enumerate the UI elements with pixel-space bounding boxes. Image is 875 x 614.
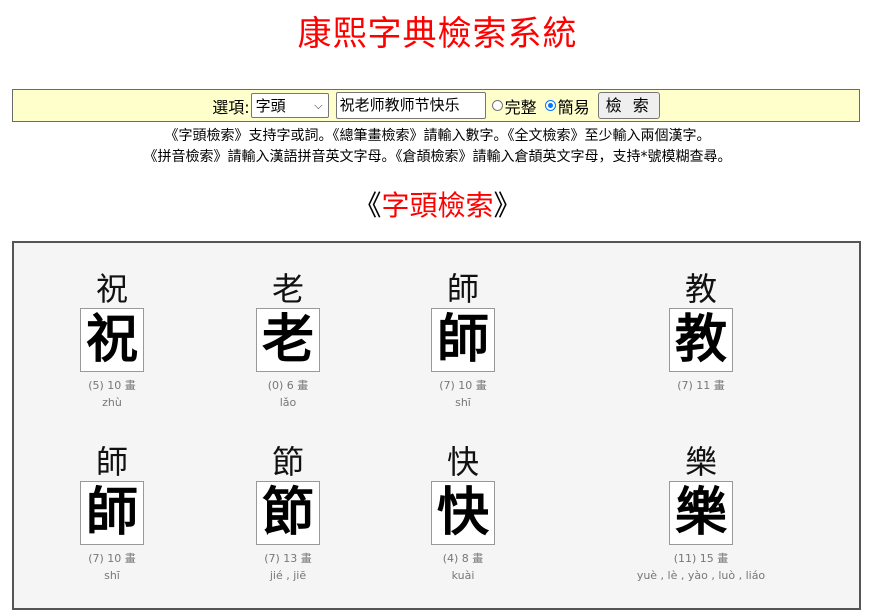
result-strokes: (7) 10 畫 xyxy=(439,379,487,392)
section-open-bracket: 《 xyxy=(353,189,382,222)
site-title: 康熙字典檢索系統 xyxy=(297,14,578,54)
result-strokes: (0) 6 畫 xyxy=(267,379,309,392)
section-title: 《字頭檢索》 xyxy=(0,186,875,226)
search-bar: 選項: 字頭 ⌵ 祝老师教师节快乐 完整 簡易 檢 索 xyxy=(12,89,860,122)
result-glyph-image[interactable]: 節 xyxy=(256,481,320,545)
result-item[interactable]: 師 師 (7) 10 畫 shī xyxy=(37,443,187,583)
result-glyph-image[interactable]: 樂 xyxy=(669,481,733,545)
result-strokes: (11) 15 畫 xyxy=(673,552,729,565)
result-strokes: (7) 10 畫 xyxy=(88,552,136,565)
result-char-label[interactable]: 教 xyxy=(626,270,776,308)
search-button[interactable]: 檢 索 xyxy=(597,92,660,119)
result-strokes: (7) 13 畫 xyxy=(264,552,312,565)
result-char-label[interactable]: 老 xyxy=(213,270,363,308)
section-close-bracket: 》 xyxy=(493,189,522,222)
result-char-label[interactable]: 快 xyxy=(388,443,538,481)
search-mode-select[interactable]: 字頭 ⌵ xyxy=(250,93,329,118)
result-char-label[interactable]: 節 xyxy=(213,443,363,481)
result-item[interactable]: 節 節 (7) 13 畫 jié , jiē xyxy=(213,443,363,583)
result-glyph-image[interactable]: 師 xyxy=(80,481,144,545)
result-item[interactable]: 師 師 (7) 10 畫 shī xyxy=(388,270,538,410)
result-item[interactable]: 快 快 (4) 8 畫 kuài xyxy=(388,443,538,583)
results-panel: 祝 祝 (5) 10 畫 zhù 老 老 (0) 6 畫 lǎo 師 師 (7)… xyxy=(12,241,861,610)
result-item[interactable]: 老 老 (0) 6 畫 lǎo xyxy=(213,270,363,410)
chevron-down-icon: ⌵ xyxy=(314,98,323,112)
result-glyph-image[interactable]: 快 xyxy=(431,481,495,545)
result-strokes: (5) 10 畫 xyxy=(88,379,136,392)
result-char-label[interactable]: 樂 xyxy=(626,443,776,481)
result-pinyin: zhù xyxy=(102,396,122,409)
result-item[interactable]: 樂 樂 (11) 15 畫 yuè , lè , yào , luò , liá… xyxy=(626,443,776,583)
page: 康熙字典檢索系統 選項: 字頭 ⌵ 祝老师教师节快乐 完整 簡易 檢 索 《字頭… xyxy=(0,0,875,614)
search-mode-value: 字頭 xyxy=(255,97,286,115)
result-pinyin: kuài xyxy=(451,569,475,582)
section-title-text: 字頭檢索 xyxy=(381,189,494,222)
result-char-label[interactable]: 師 xyxy=(388,270,538,308)
result-char-label[interactable]: 師 xyxy=(37,443,187,481)
help-line-1: 《字頭檢索》支持字或詞。《總筆畫檢索》請輸入數字。《全文檢索》至少輸入兩個漢字。 xyxy=(164,128,711,144)
radio-full-button[interactable] xyxy=(491,100,503,111)
result-glyph-image[interactable]: 老 xyxy=(256,308,320,372)
search-input[interactable]: 祝老师教师节快乐 xyxy=(335,92,486,119)
result-strokes: (7) 11 畫 xyxy=(677,379,725,392)
radio-simple-label: 簡易 xyxy=(557,97,590,117)
result-char-label[interactable]: 祝 xyxy=(37,270,187,308)
result-glyph-image[interactable]: 祝 xyxy=(80,308,144,372)
result-glyph-image[interactable]: 教 xyxy=(669,308,733,372)
result-glyph-image[interactable]: 師 xyxy=(431,308,495,372)
result-item[interactable]: 祝 祝 (5) 10 畫 zhù xyxy=(37,270,187,410)
result-pinyin: yuè , lè , yào , luò , liáo xyxy=(636,569,766,582)
result-strokes: (4) 8 畫 xyxy=(442,552,484,565)
option-label: 選項: xyxy=(212,97,250,117)
radio-simple-button[interactable] xyxy=(544,100,556,111)
radio-simple[interactable]: 簡易 xyxy=(544,94,590,118)
result-pinyin: jié , jiē xyxy=(269,569,307,582)
radio-full-label: 完整 xyxy=(504,97,537,117)
result-item[interactable]: 教 教 (7) 11 畫 xyxy=(626,270,776,396)
radio-full[interactable]: 完整 xyxy=(491,94,537,118)
help-line-2: 《拼音檢索》請輸入漢語拼音英文字母。《倉頡檢索》請輸入倉頡英文字母，支持*號模糊… xyxy=(143,149,732,165)
result-pinyin: shī xyxy=(455,396,471,409)
result-pinyin: shī xyxy=(104,569,120,582)
result-pinyin: lǎo xyxy=(279,396,297,409)
